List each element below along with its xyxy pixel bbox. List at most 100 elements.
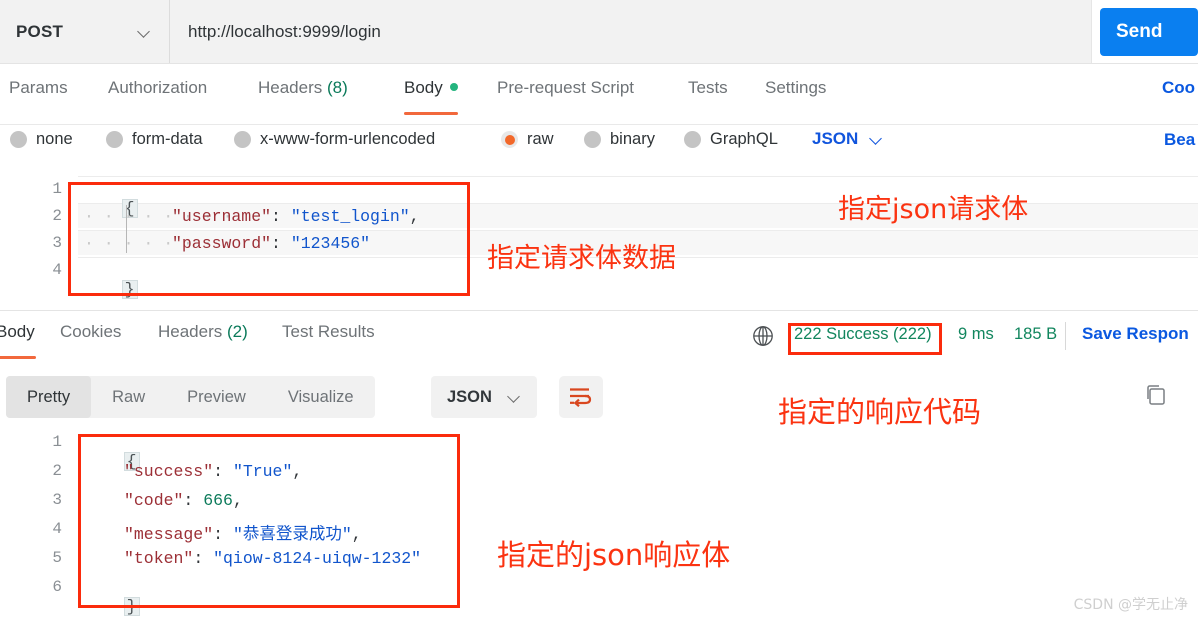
tab-settings[interactable]: Settings bbox=[765, 78, 826, 108]
response-view-switcher: Pretty Raw Preview Visualize bbox=[6, 376, 375, 418]
radio-icon bbox=[684, 131, 701, 148]
seg-label: Raw bbox=[112, 387, 146, 406]
chevron-down-icon bbox=[138, 26, 151, 39]
json-colon: : bbox=[213, 462, 224, 481]
status-badge[interactable]: 222 Success (222) bbox=[794, 325, 932, 344]
tab-params[interactable]: Params bbox=[9, 78, 68, 108]
tab-label: Headers bbox=[258, 78, 323, 97]
tab-count: (8) bbox=[327, 78, 348, 97]
response-body-viewer[interactable]: 1 2 3 4 5 6 { "success": "True", "code":… bbox=[0, 428, 1198, 619]
json-colon: : bbox=[213, 525, 224, 544]
body-type-none[interactable]: none bbox=[10, 130, 73, 149]
json-comma: , bbox=[351, 525, 362, 544]
response-format-value: JSON bbox=[447, 387, 492, 406]
wrap-lines-button[interactable] bbox=[559, 376, 603, 418]
json-key: "token" bbox=[124, 549, 194, 568]
annotation-json-request-body: 指定json请求体 bbox=[838, 194, 1029, 225]
body-type-x-www-form-urlencoded[interactable]: x-www-form-urlencoded bbox=[234, 130, 435, 149]
response-tab-cookies[interactable]: Cookies bbox=[60, 322, 121, 352]
radio-label: GraphQL bbox=[710, 130, 778, 148]
body-modified-dot-icon bbox=[449, 83, 458, 91]
copy-response-button[interactable] bbox=[1143, 382, 1169, 408]
annotation-request-body-data: 指定请求体数据 bbox=[487, 243, 676, 274]
tab-label: Params bbox=[9, 78, 68, 97]
response-tab-test-results[interactable]: Test Results bbox=[282, 322, 375, 352]
response-view-pretty[interactable]: Pretty bbox=[6, 376, 92, 418]
json-key: "message" bbox=[124, 525, 214, 544]
json-colon: : bbox=[271, 234, 281, 253]
line-number: 1 bbox=[52, 180, 62, 198]
json-value: 666 bbox=[203, 491, 233, 510]
tab-tests[interactable]: Tests bbox=[688, 78, 728, 108]
response-tab-headers[interactable]: Headers (2) bbox=[158, 322, 248, 352]
fold-brace-close[interactable]: } bbox=[121, 280, 138, 299]
body-type-graphql[interactable]: GraphQL bbox=[684, 130, 778, 149]
annotation-json-response-body: 指定的json响应体 bbox=[497, 538, 731, 572]
json-key: "code" bbox=[124, 491, 184, 510]
request-tab-bar: Params Authorization Headers (8) Body Pr… bbox=[0, 78, 1198, 126]
tab-headers[interactable]: Headers (8) bbox=[258, 78, 348, 108]
line-number: 4 bbox=[52, 261, 62, 279]
json-value: "True" bbox=[232, 462, 293, 481]
response-view-toolbar: Pretty Raw Preview Visualize JSON bbox=[0, 372, 1198, 424]
send-button[interactable]: Send bbox=[1100, 8, 1198, 56]
body-type-form-data[interactable]: form-data bbox=[106, 130, 203, 149]
send-button-container: Send bbox=[1092, 0, 1198, 64]
line-number: 5 bbox=[52, 549, 62, 567]
tab-label: Headers bbox=[158, 322, 223, 341]
save-response-button[interactable]: Save Respon bbox=[1082, 324, 1189, 344]
json-colon: : bbox=[193, 549, 204, 568]
urlbar-divider bbox=[0, 63, 1198, 64]
radio-label: form-data bbox=[132, 130, 203, 148]
response-view-preview[interactable]: Preview bbox=[166, 376, 267, 418]
http-method-select[interactable]: POST bbox=[0, 0, 170, 64]
code-line-4: } bbox=[82, 261, 138, 308]
json-comma: , bbox=[232, 491, 243, 510]
line-number: 2 bbox=[52, 462, 62, 480]
response-code-line-3: "code": 666, bbox=[124, 491, 243, 510]
body-format-select[interactable]: JSON bbox=[812, 129, 883, 149]
json-key: "username" bbox=[172, 207, 272, 226]
tab-pre-request-script[interactable]: Pre-request Script bbox=[497, 78, 634, 108]
cookies-link[interactable]: Coo bbox=[1162, 78, 1195, 98]
copy-icon bbox=[1143, 382, 1169, 408]
line-number: 2 bbox=[52, 207, 62, 225]
request-url-bar: POST http://localhost:9999/login Send bbox=[0, 0, 1198, 64]
tab-label: Settings bbox=[765, 78, 827, 97]
line-number: 3 bbox=[52, 234, 62, 252]
code-line-2: "username": "test_login", bbox=[172, 207, 420, 226]
tab-label: Body bbox=[0, 322, 35, 341]
body-type-binary[interactable]: binary bbox=[584, 130, 655, 149]
beautify-link[interactable]: Bea bbox=[1164, 130, 1195, 150]
editor-row-divider bbox=[78, 176, 1198, 177]
response-format-select[interactable]: JSON bbox=[431, 376, 537, 418]
json-value: "test_login" bbox=[290, 207, 410, 226]
radio-label: none bbox=[36, 130, 73, 148]
response-tab-body[interactable]: Body bbox=[0, 322, 35, 352]
response-section-divider bbox=[0, 310, 1198, 311]
body-type-raw[interactable]: raw bbox=[501, 130, 554, 149]
tab-body[interactable]: Body bbox=[404, 78, 458, 108]
fold-brace-close[interactable]: } bbox=[123, 597, 140, 616]
url-input[interactable]: http://localhost:9999/login bbox=[170, 0, 1092, 64]
tab-authorization[interactable]: Authorization bbox=[108, 78, 207, 108]
response-view-visualize[interactable]: Visualize bbox=[267, 376, 375, 418]
json-value: "qiow-8124-uiqw-1232" bbox=[213, 549, 422, 568]
code-line-3: "password": "123456" bbox=[172, 234, 370, 253]
radio-icon bbox=[106, 131, 123, 148]
tab-count: (2) bbox=[227, 322, 248, 341]
globe-icon bbox=[752, 325, 774, 347]
line-number: 3 bbox=[52, 491, 62, 509]
line-number: 4 bbox=[52, 520, 62, 538]
radio-label: raw bbox=[527, 130, 554, 148]
body-type-radio-group: none form-data x-www-form-urlencoded raw… bbox=[0, 129, 1198, 174]
line-number: 6 bbox=[52, 578, 62, 596]
radio-icon bbox=[234, 131, 251, 148]
json-value: "恭喜登录成功" bbox=[232, 525, 352, 544]
radio-icon bbox=[10, 131, 27, 148]
response-time: 9 ms bbox=[958, 325, 994, 343]
chevron-down-icon bbox=[870, 133, 883, 146]
editor-row-divider bbox=[78, 230, 1198, 231]
response-view-raw[interactable]: Raw bbox=[91, 376, 166, 418]
tab-label: Test Results bbox=[282, 322, 375, 341]
